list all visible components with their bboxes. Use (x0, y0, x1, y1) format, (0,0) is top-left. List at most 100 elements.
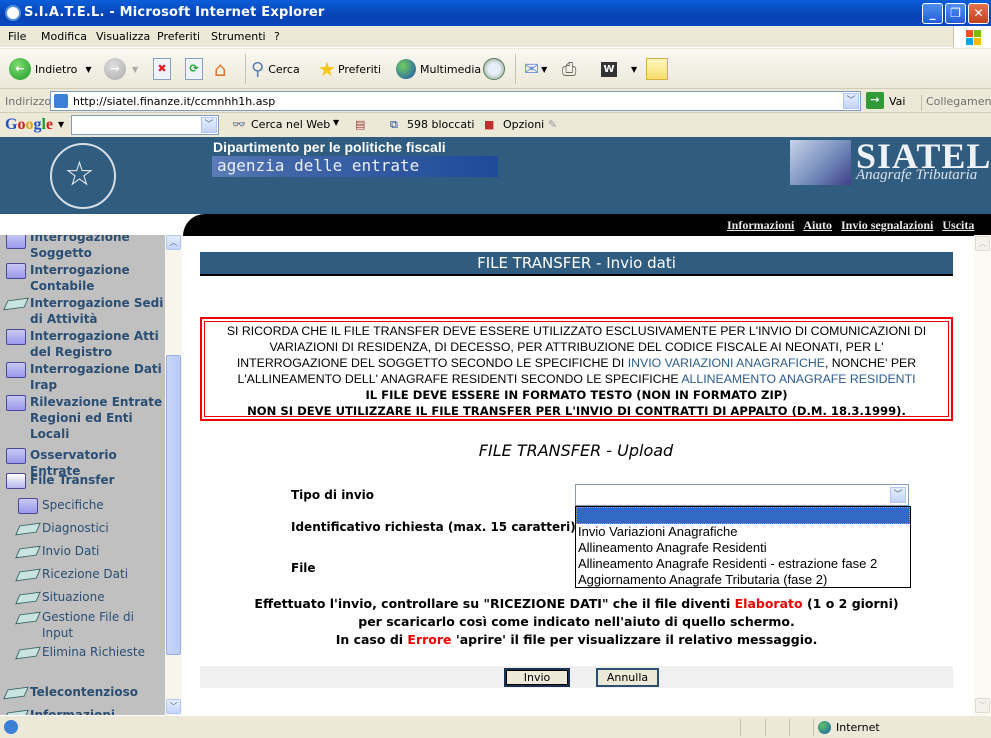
identificativo-label: Identificativo richiesta (max. 15 caratt… (291, 520, 576, 534)
option-aggiornamento[interactable]: Aggiornamento Anagrafe Tributaria (fase … (576, 572, 910, 588)
mail-dropdown-icon[interactable]: ▼ (541, 65, 547, 74)
info-text: In caso di (335, 632, 408, 647)
link-uscita[interactable]: Uscita (942, 214, 974, 236)
go-arrow-icon[interactable]: → (866, 92, 884, 109)
chevron-down-icon[interactable]: ﹀ (890, 487, 906, 503)
title-bar: S.I.A.T.E.L. - Microsoft Internet Explor… (0, 0, 991, 26)
home-button[interactable]: ⌂ (214, 57, 227, 81)
menu-modifica[interactable]: Modifica (41, 30, 87, 43)
google-search-input[interactable]: ﹀ (71, 115, 219, 135)
link-informazioni[interactable]: Informazioni (727, 214, 794, 236)
back-button[interactable]: ← Indietro ▼ (9, 57, 92, 81)
sidebar-item-label: Diagnostici (42, 521, 109, 535)
google-search-dropdown-icon[interactable]: ﹀ (201, 117, 217, 133)
media-button[interactable]: Multimedia (396, 57, 481, 81)
address-dropdown-icon[interactable]: ﹀ (843, 93, 859, 109)
status-divider (740, 719, 741, 736)
google-menu-dropdown-icon[interactable]: ▼ (58, 120, 64, 129)
menu-preferiti[interactable]: Preferiti (157, 30, 200, 43)
link-invio-segnalazioni[interactable]: Invio segnalazioni (841, 214, 933, 236)
option-empty[interactable] (576, 507, 910, 524)
menu-file[interactable]: File (8, 30, 26, 43)
popup-blocked-count[interactable]: 598 bloccati (407, 118, 474, 131)
go-button[interactable]: Vai (889, 95, 905, 108)
tipo-invio-label: Tipo di invio (291, 488, 375, 502)
page-scroll-down-icon[interactable]: ﹀ (975, 698, 990, 713)
link-invio-variazioni-anagrafiche[interactable]: INVIO VARIAZIONI ANAGRAFICHE (628, 356, 825, 370)
media-label: Multimedia (420, 62, 482, 76)
restore-button[interactable]: ❐ (945, 3, 966, 24)
document-icon (15, 522, 41, 536)
status-divider (765, 719, 766, 736)
notice-line: L'ALLINEAMENTO DELL' ANAGRAFE RESIDENTI … (205, 371, 948, 387)
sidebar-item-label: Invio Dati (42, 544, 100, 558)
back-dropdown-icon[interactable]: ▼ (85, 65, 91, 74)
media-globe-icon (396, 59, 416, 79)
forward-button[interactable]: → ▼ (104, 57, 138, 81)
scroll-down-icon[interactable]: ﹀ (166, 699, 181, 714)
page-scrollbar[interactable]: ︿ ﹀ (974, 235, 991, 715)
menu-visualizza[interactable]: Visualizza (96, 30, 150, 43)
scroll-up-icon[interactable]: ︿ (166, 235, 181, 250)
document-icon (3, 297, 29, 311)
annulla-button[interactable]: Annulla (596, 668, 659, 687)
menu-strumenti[interactable]: Strumenti (211, 30, 266, 43)
notes-button[interactable] (646, 57, 668, 81)
sidebar-item-label: Telecontenzioso (30, 685, 139, 699)
edit-dropdown-icon[interactable]: ▼ (631, 65, 637, 74)
folder-icon (6, 395, 26, 411)
refresh-button[interactable]: ⟳ (185, 57, 203, 81)
menu-help[interactable]: ? (274, 30, 280, 43)
info-errore: Errore (407, 632, 452, 647)
window-title: S.I.A.T.E.L. - Microsoft Internet Explor… (24, 5, 325, 20)
notice-line: INTERROGAZIONE DEL SOGGETTO SECONDO LE S… (205, 355, 948, 371)
sidebar-menu: Interrogazione Soggetto Interrogazione C… (0, 235, 165, 715)
tipo-invio-select[interactable]: ﹀ (575, 484, 909, 506)
file-label: File (291, 561, 316, 575)
folder-icon (6, 235, 26, 249)
invio-button[interactable]: Invio (504, 668, 570, 687)
document-icon (3, 686, 29, 700)
search-button[interactable]: ⚲ Cerca (251, 57, 300, 81)
edit-button[interactable]: W ▼ (601, 57, 637, 81)
word-edit-icon: W (601, 61, 617, 77)
minimize-button[interactable]: _ (922, 3, 943, 24)
links-button[interactable]: Collegamenti (921, 95, 991, 111)
address-input[interactable]: http://siatel.finanze.it/ccmnhh1h.asp ﹀ (50, 91, 861, 111)
scrollbar-thumb[interactable] (166, 355, 181, 655)
info-elaborato: Elaborato (734, 596, 803, 611)
back-arrow-icon: ← (9, 58, 31, 80)
highlighter-icon[interactable]: ✎ (548, 118, 557, 131)
notice-line: VARIAZIONI DI RESIDENZA, DI DECESSO, PER… (269, 340, 884, 354)
option-allineamento-fase2[interactable]: Allineamento Anagrafe Residenti - estraz… (576, 556, 910, 572)
page-scroll-up-icon[interactable]: ︿ (975, 236, 990, 251)
upload-title: FILE TRANSFER - Upload (478, 441, 674, 460)
sidebar-item-label: Gestione File di Input (42, 610, 134, 640)
google-logo[interactable]: Google (5, 116, 53, 134)
form-buttons: Invio Annulla (200, 666, 953, 688)
favorites-label: Preferiti (337, 62, 382, 76)
mail-button[interactable]: ✉ ▼ (524, 57, 547, 81)
printer-icon: ⎙ (562, 58, 577, 80)
siatel-logo-image (790, 140, 851, 185)
search-web-dropdown-icon[interactable]: ▼ (333, 118, 339, 127)
sidebar-item-label: Informazioni (30, 708, 115, 715)
upload-instructions: Effettuato l'invio, controllare su "RICE… (200, 595, 953, 649)
news-icon[interactable]: ▤ (355, 118, 365, 131)
close-button[interactable]: ✕ (968, 3, 989, 24)
option-allineamento[interactable]: Allineamento Anagrafe Residenti (576, 540, 910, 556)
print-button[interactable]: ⎙ (562, 57, 576, 81)
option-invio-variazioni[interactable]: Invio Variazioni Anagrafiche (576, 524, 910, 540)
ie-logo-icon (5, 5, 21, 21)
google-options-button[interactable]: Opzioni (503, 118, 544, 131)
history-button[interactable] (483, 57, 505, 81)
info-text: (1 o 2 giorni) (802, 596, 899, 611)
favorites-button[interactable]: ★ Preferiti (318, 57, 381, 81)
menu-bar: File Modifica Visualizza Preferiti Strum… (0, 26, 991, 48)
link-allineamento-anagrafe-residenti[interactable]: ALLINEAMENTO ANAGRAFE RESIDENTI (681, 372, 915, 386)
history-icon (483, 58, 505, 80)
stop-button[interactable]: ✖ (153, 57, 171, 81)
google-search-web-button[interactable]: Cerca nel Web (251, 118, 330, 131)
sidebar-scrollbar[interactable]: ︿ ﹀ (165, 235, 182, 715)
link-aiuto[interactable]: Aiuto (803, 214, 832, 236)
